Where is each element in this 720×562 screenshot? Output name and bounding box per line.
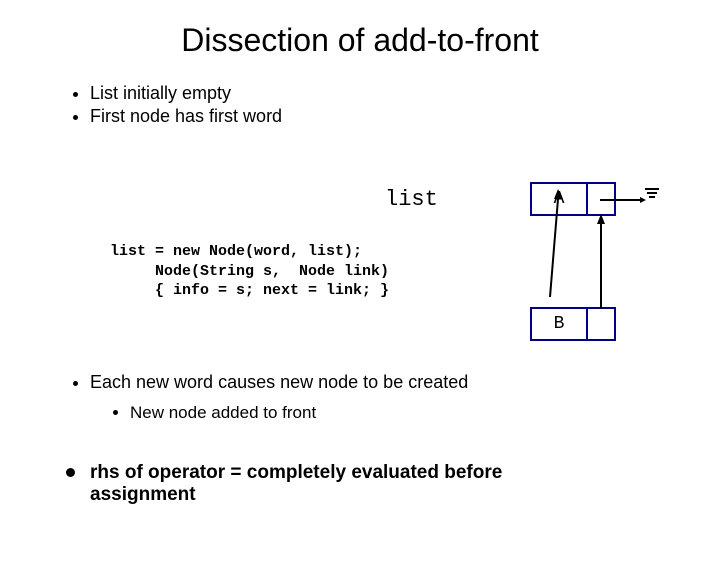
arrow-b-to-a	[595, 214, 625, 314]
bullet-new-node: Each new word causes new node to be crea…	[90, 372, 470, 393]
list-label: list	[385, 187, 438, 212]
bullet-added-front: New node added to front	[130, 403, 470, 423]
code-block: list = new Node(word, list); Node(String…	[110, 242, 389, 301]
arrow-a-to-ground	[600, 197, 648, 203]
bullet-first-node: First node has first word	[90, 106, 720, 127]
ground-icon	[645, 188, 659, 198]
mid-bullets: Each new word causes new node to be crea…	[90, 372, 470, 423]
bullet-dot-icon	[66, 468, 75, 477]
bullet-empty: List initially empty	[90, 83, 720, 104]
top-bullets: List initially empty First node has firs…	[90, 83, 720, 127]
node-b-info: B	[532, 309, 588, 339]
sub-bullets: New node added to front	[130, 403, 470, 423]
slide-title: Dissection of add-to-front	[0, 22, 720, 59]
arrow-list-to-a	[440, 187, 570, 307]
bullet-rhs: rhs of operator = completely evaluated b…	[90, 462, 502, 505]
bottom-bullet: rhs of operator = completely evaluated b…	[90, 462, 540, 506]
